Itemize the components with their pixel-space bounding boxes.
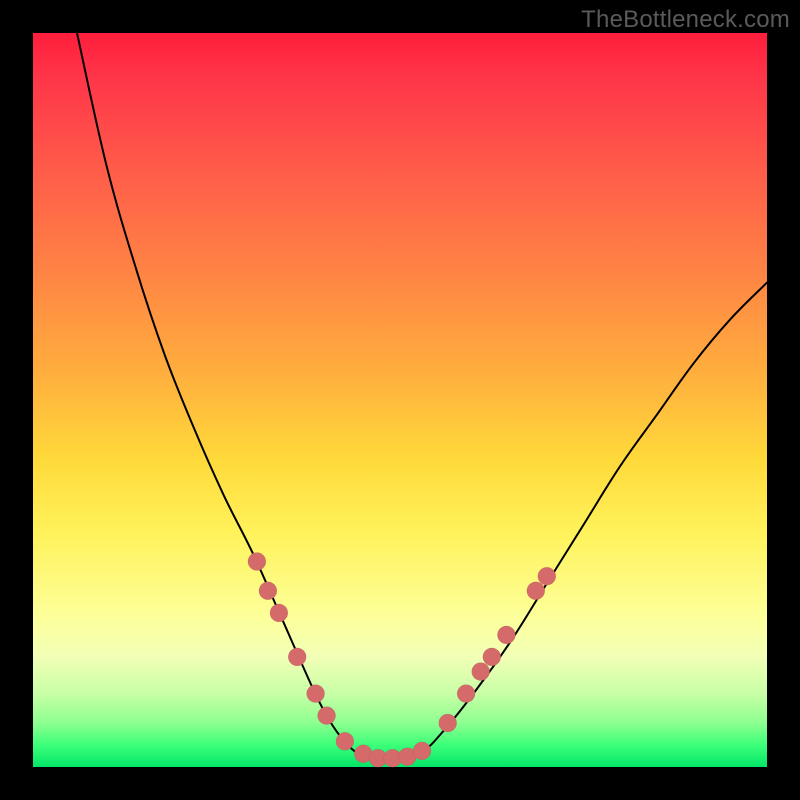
highlight-dot: [457, 685, 475, 703]
highlight-dot: [472, 663, 490, 681]
highlight-dot: [413, 742, 431, 760]
chart-svg: [33, 33, 767, 767]
highlight-dots: [248, 553, 556, 768]
highlight-dot: [538, 567, 556, 585]
plot-area: [33, 33, 767, 767]
highlight-dot: [527, 582, 545, 600]
highlight-dot: [259, 582, 277, 600]
highlight-dot: [336, 732, 354, 750]
highlight-dot: [248, 553, 266, 571]
highlight-dot: [497, 626, 515, 644]
chart-frame: TheBottleneck.com: [0, 0, 800, 800]
highlight-dot: [439, 714, 457, 732]
highlight-dot: [483, 648, 501, 666]
highlight-dot: [307, 685, 325, 703]
highlight-dot: [288, 648, 306, 666]
bottleneck-curve: [77, 33, 767, 761]
watermark-text: TheBottleneck.com: [581, 6, 790, 34]
highlight-dot: [270, 604, 288, 622]
highlight-dot: [318, 707, 336, 725]
